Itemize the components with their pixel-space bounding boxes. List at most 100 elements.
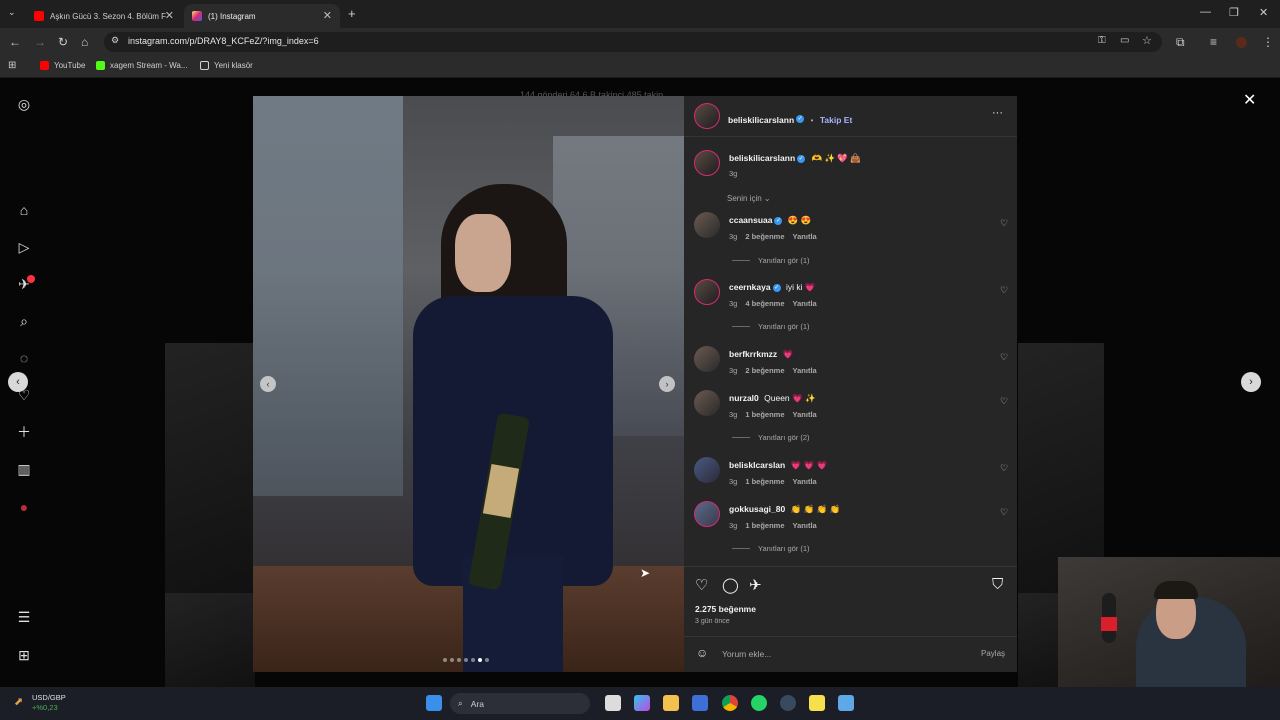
comment-like-heart-icon[interactable]: ♡ <box>1000 463 1008 474</box>
menu-icon[interactable]: ⋮ <box>1262 35 1274 49</box>
forward-icon[interactable]: → <box>34 35 46 49</box>
minimize-icon[interactable]: — <box>1200 6 1211 18</box>
comment-icon[interactable]: ◯ <box>722 576 739 594</box>
comment-username[interactable]: gokkusagi_80 <box>729 504 785 514</box>
profile-icon[interactable]: ● <box>16 499 32 515</box>
follow-button[interactable]: Takip Et <box>820 115 852 125</box>
close-modal-icon[interactable]: ✕ <box>1243 90 1256 110</box>
site-info-icon[interactable]: ⚙ <box>111 35 119 46</box>
previous-post-arrow-icon[interactable]: ‹ <box>8 372 28 392</box>
comment-username[interactable]: berfkrrkmzz <box>729 349 777 359</box>
threads-icon[interactable]: ⊞ <box>16 647 32 663</box>
comment-avatar[interactable] <box>694 390 720 416</box>
file-explorer-icon[interactable] <box>663 695 679 711</box>
bookmark-folder[interactable]: Yeni klasör <box>200 61 253 70</box>
tab-youtube[interactable]: Aşkın Gücü 3. Sezon 4. Bölüm F ✕ <box>26 4 182 28</box>
taskbar-search[interactable]: ⌕ Ara <box>450 693 590 714</box>
comment-likes[interactable]: 1 beğenme <box>745 477 784 486</box>
next-post-arrow-icon[interactable]: › <box>1241 372 1261 392</box>
bookmark-star-icon[interactable]: ☆ <box>1142 34 1152 47</box>
comment-like-heart-icon[interactable]: ♡ <box>1000 352 1008 363</box>
carousel-prev-icon[interactable]: ‹ <box>260 376 276 392</box>
chrome-icon[interactable] <box>722 695 738 711</box>
home-icon[interactable]: ⌂ <box>81 35 88 49</box>
view-replies-button[interactable]: Yanıtları gör (2) <box>732 433 810 442</box>
reload-icon[interactable]: ↻ <box>58 35 68 49</box>
close-tab-icon[interactable]: ✕ <box>165 9 174 22</box>
comment-username[interactable]: nurzal0 <box>729 393 759 403</box>
close-tab-icon[interactable]: ✕ <box>323 9 332 22</box>
task-view-icon[interactable] <box>605 695 621 711</box>
save-bookmark-icon[interactable]: ⛉ <box>992 576 1003 593</box>
reply-button[interactable]: Yanıtla <box>793 521 817 530</box>
reply-button[interactable]: Yanıtla <box>793 477 817 486</box>
comment-like-heart-icon[interactable]: ♡ <box>1000 396 1008 407</box>
comment-username[interactable]: beliskIcarslan <box>729 460 785 470</box>
tab-list-icon[interactable]: ⌄ <box>8 7 16 18</box>
address-bar[interactable]: ⚙ instagram.com/p/DRAY8_KCFeZ/?img_index… <box>104 32 1162 52</box>
create-icon[interactable]: ＋ <box>16 424 32 440</box>
home-icon[interactable]: ⌂ <box>16 202 32 218</box>
explore-icon[interactable]: ◌ <box>16 350 32 366</box>
restore-icon[interactable]: ❐ <box>1229 6 1239 19</box>
view-replies-button[interactable]: Yanıtları gör (1) <box>732 322 810 331</box>
reply-button[interactable]: Yanıtla <box>793 299 817 308</box>
reply-button[interactable]: Yanıtla <box>793 232 817 241</box>
comment-like-heart-icon[interactable]: ♡ <box>1000 218 1008 229</box>
comment-avatar[interactable] <box>694 457 720 483</box>
back-icon[interactable]: ← <box>9 35 21 49</box>
password-key-icon[interactable]: ⚿ <box>1098 35 1106 46</box>
profile-avatar[interactable] <box>1236 37 1247 48</box>
likes-count[interactable]: 2.275 beğenme <box>695 604 756 614</box>
author-avatar[interactable] <box>694 103 720 129</box>
apps-grid-icon[interactable]: ⊞ <box>8 60 16 71</box>
carousel-next-icon[interactable]: › <box>659 376 675 392</box>
instagram-logo-icon[interactable]: ◎ <box>16 96 32 112</box>
reels-icon[interactable]: ▷ <box>16 239 32 255</box>
windows-start-icon[interactable] <box>426 695 442 711</box>
sticky-notes-icon[interactable] <box>809 695 825 711</box>
comment-avatar[interactable] <box>694 501 720 527</box>
post-comment-button[interactable]: Paylaş <box>981 649 1005 658</box>
comment-likes[interactable]: 1 beğenme <box>745 410 784 419</box>
view-replies-button[interactable]: Yanıtları gör (1) <box>732 544 810 553</box>
comment-likes[interactable]: 2 beğenme <box>745 366 784 375</box>
dashboard-icon[interactable]: ▥ <box>16 461 32 477</box>
sort-dropdown[interactable]: Senin için ⌄ <box>727 194 771 203</box>
cast-icon[interactable]: ▭ <box>1120 35 1129 46</box>
share-icon[interactable]: ✈ <box>749 576 762 594</box>
comment-likes[interactable]: 4 beğenme <box>745 299 784 308</box>
notepad-icon[interactable] <box>838 695 854 711</box>
close-window-icon[interactable]: ✕ <box>1259 6 1268 19</box>
comment-like-heart-icon[interactable]: ♡ <box>1000 285 1008 296</box>
comment-username[interactable]: ccaansuaa <box>729 215 772 225</box>
comment-input[interactable] <box>722 646 962 662</box>
reply-button[interactable]: Yanıtla <box>793 410 817 419</box>
caption-username[interactable]: beliskilicarslann <box>729 153 795 163</box>
more-options-icon[interactable]: ··· <box>992 107 1003 119</box>
extensions-icon[interactable]: ⧉ <box>1176 35 1185 50</box>
copilot-icon[interactable] <box>634 695 650 711</box>
comment-likes[interactable]: 2 beğenme <box>745 232 784 241</box>
comment-like-heart-icon[interactable]: ♡ <box>1000 507 1008 518</box>
comment-username[interactable]: ceernkaya <box>729 282 771 292</box>
steam-icon[interactable] <box>780 695 796 711</box>
comment-avatar[interactable] <box>694 346 720 372</box>
like-heart-icon[interactable]: ♡ <box>695 576 708 594</box>
caption-avatar[interactable] <box>694 150 720 176</box>
store-icon[interactable] <box>692 695 708 711</box>
view-replies-button[interactable]: Yanıtları gör (1) <box>732 256 810 265</box>
post-photo[interactable]: ‹ › <box>253 96 684 672</box>
new-tab-button[interactable]: + <box>348 6 356 21</box>
whatsapp-icon[interactable] <box>751 695 767 711</box>
emoji-icon[interactable]: ☺ <box>696 646 708 660</box>
bookmark-youtube[interactable]: YouTube <box>40 61 85 70</box>
bookmark-xagem-stream[interactable]: xagem Stream - Wa... <box>96 61 188 70</box>
more-menu-icon[interactable]: ☰ <box>16 609 32 625</box>
reply-button[interactable]: Yanıtla <box>793 366 817 375</box>
author-username[interactable]: beliskilicarslann <box>728 115 794 125</box>
search-icon[interactable]: ⌕ <box>16 313 32 329</box>
comment-likes[interactable]: 1 beğenme <box>745 521 784 530</box>
comment-avatar[interactable] <box>694 279 720 305</box>
tab-instagram[interactable]: (1) Instagram ✕ <box>184 4 340 28</box>
